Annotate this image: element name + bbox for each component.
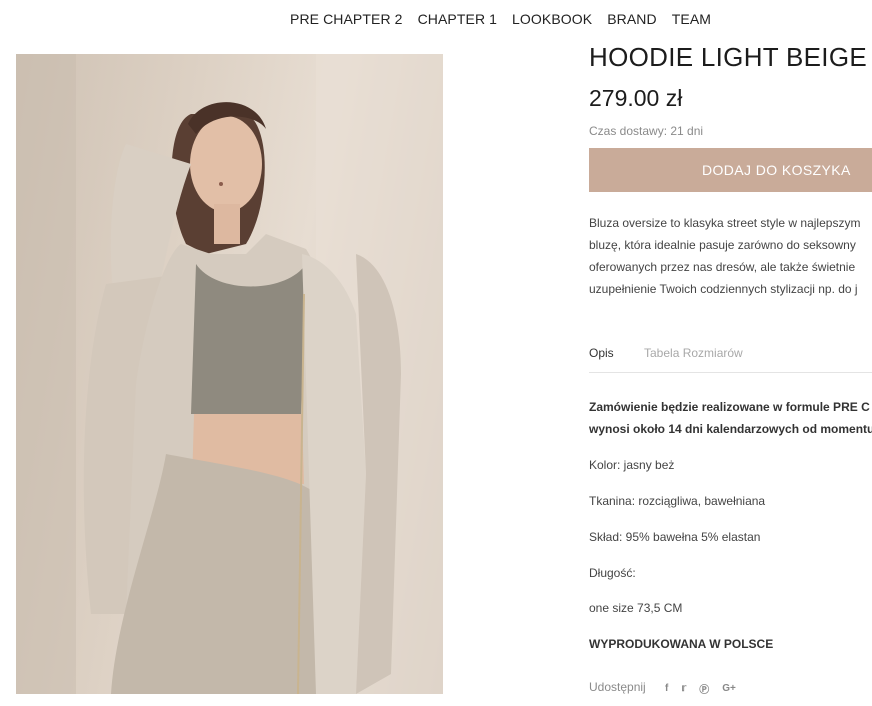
- nav-team[interactable]: TEAM: [672, 11, 711, 27]
- google-plus-icon[interactable]: G+: [722, 683, 736, 694]
- detail-length-label: Długość:: [589, 566, 636, 580]
- delivery-time: Czas dostawy: 21 dni: [589, 124, 704, 138]
- nav-lookbook[interactable]: LOOKBOOK: [512, 11, 592, 27]
- top-navigation: PRE CHAPTER 2 CHAPTER 1 LOOKBOOK BRAND T…: [0, 0, 872, 38]
- description-line: bluzę, która idealnie pasuje zarówno do …: [589, 238, 856, 252]
- made-in-poland: WYPRODUKOWANA W POLSCE: [589, 637, 774, 651]
- product-photo[interactable]: [16, 54, 443, 694]
- model-illustration: [16, 54, 443, 694]
- detail-fabric: Tkanina: rozciągliwa, bawełniana: [589, 494, 766, 508]
- product-title: HOODIE LIGHT BEIGE: [589, 42, 867, 72]
- product-details: Zamówienie będzie realizowane w formule …: [589, 398, 872, 668]
- detail-composition: Skład: 95% bawełna 5% elastan: [589, 530, 761, 544]
- pinterest-icon[interactable]: Ⓟ: [699, 681, 709, 696]
- twitter-icon[interactable]: 𝕣: [681, 683, 686, 694]
- description-line: uzupełnienie Twoich codziennych stylizac…: [589, 282, 858, 296]
- tab-description[interactable]: Opis: [589, 346, 614, 360]
- description-line: Bluza oversize to klasyka street style w…: [589, 216, 861, 230]
- order-note-line: Zamówienie będzie realizowane w formule …: [589, 400, 870, 414]
- description-line: oferowanych przez nas dresów, ale także …: [589, 260, 856, 274]
- product-tabs: Opis Tabela Rozmiarów: [589, 344, 872, 373]
- detail-color: Kolor: jasny beż: [589, 458, 675, 472]
- tab-size-table[interactable]: Tabela Rozmiarów: [644, 346, 743, 360]
- order-note-line: wynosi około 14 dni kalendarzowych od mo…: [589, 422, 872, 436]
- share-icons: f 𝕣 Ⓟ G+: [665, 681, 736, 696]
- detail-length-value: one size 73,5 CM: [589, 601, 683, 615]
- nav-links: PRE CHAPTER 2 CHAPTER 1 LOOKBOOK BRAND T…: [290, 11, 711, 27]
- nav-chapter-1[interactable]: CHAPTER 1: [418, 11, 497, 27]
- share-label: Udostępnij: [589, 680, 646, 694]
- nav-pre-chapter-2[interactable]: PRE CHAPTER 2: [290, 11, 403, 27]
- nav-brand[interactable]: BRAND: [607, 11, 657, 27]
- product-price: 279.00 zł: [589, 85, 683, 111]
- product-description: Bluza oversize to klasyka street style w…: [589, 212, 872, 300]
- facebook-icon[interactable]: f: [665, 683, 668, 694]
- add-to-cart-button[interactable]: DODAJ DO KOSZYKA: [589, 148, 872, 192]
